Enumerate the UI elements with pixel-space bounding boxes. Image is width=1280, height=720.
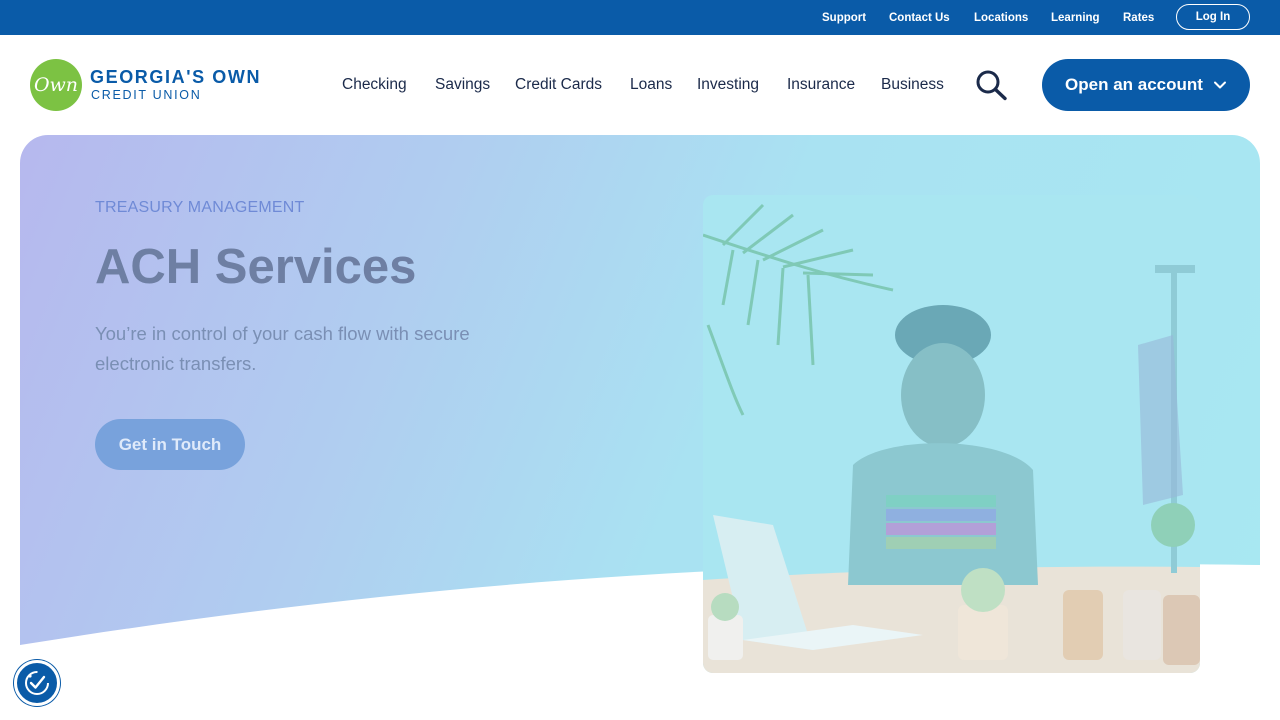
get-in-touch-button[interactable]: Get in Touch xyxy=(95,419,245,470)
accessibility-button[interactable] xyxy=(14,660,60,706)
nav-item-investing[interactable]: Investing xyxy=(697,76,759,94)
logo-name: GEORGIA'S OWN xyxy=(90,67,262,87)
logo-mark: Own xyxy=(30,59,82,111)
utility-link-rates[interactable]: Rates xyxy=(1123,12,1154,24)
nav-item-savings[interactable]: Savings xyxy=(435,76,490,94)
utility-link-support[interactable]: Support xyxy=(822,12,866,24)
open-account-button[interactable]: Open an account xyxy=(1042,59,1250,111)
main-header: Own GEORGIA'S OWN CREDIT UNION Checking … xyxy=(0,35,1280,135)
hero-eyebrow: TREASURY MANAGEMENT xyxy=(95,199,305,216)
hero-photo-illustration xyxy=(703,195,1200,673)
nav-item-loans[interactable]: Loans xyxy=(630,76,672,94)
nav-item-insurance[interactable]: Insurance xyxy=(787,76,855,94)
nav-item-credit-cards[interactable]: Credit Cards xyxy=(515,76,602,94)
logo-subtitle: CREDIT UNION xyxy=(91,88,202,102)
open-account-label: Open an account xyxy=(1065,75,1203,94)
accessibility-check-icon xyxy=(25,671,49,695)
chevron-down-icon xyxy=(1213,81,1226,89)
nav-item-business[interactable]: Business xyxy=(881,76,944,94)
search-button[interactable] xyxy=(974,69,1010,101)
utility-link-learning[interactable]: Learning xyxy=(1051,12,1100,24)
hero-description: You’re in control of your cash flow with… xyxy=(95,323,470,374)
logo[interactable]: Own GEORGIA'S OWN CREDIT UNION xyxy=(30,59,280,113)
search-icon xyxy=(976,70,1007,101)
login-button[interactable]: Log In xyxy=(1176,4,1250,30)
page-title: ACH Services xyxy=(95,240,417,294)
hero-photo xyxy=(703,195,1200,673)
utility-link-contact-us[interactable]: Contact Us xyxy=(889,12,950,24)
nav-item-checking[interactable]: Checking xyxy=(342,76,407,94)
utility-link-locations[interactable]: Locations xyxy=(974,12,1028,24)
utility-bar: Support Contact Us Locations Learning Ra… xyxy=(0,0,1280,35)
